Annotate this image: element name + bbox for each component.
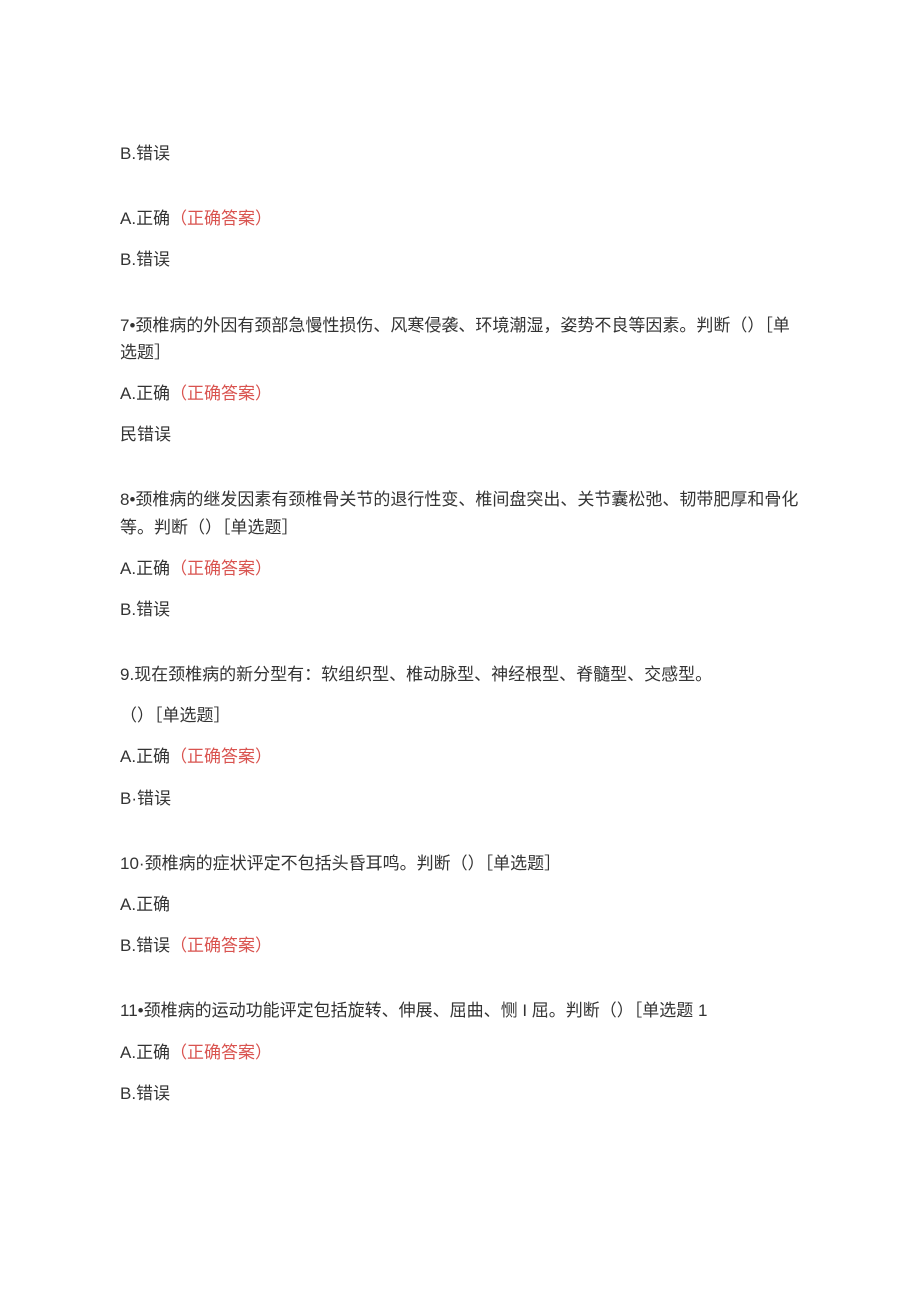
- line-text: 错误: [136, 600, 170, 619]
- line-prefix: A.: [120, 747, 136, 766]
- line-text: 错误: [136, 250, 170, 269]
- question-block: 10·颈椎病的症状评定不包括头昏耳鸣。判断（）［单选题］ A.正确 B.错误（正确答…: [120, 850, 800, 960]
- line-text: 错误: [137, 425, 171, 444]
- text-line: B.错误: [120, 1080, 800, 1107]
- line-prefix: 9.: [120, 665, 134, 684]
- line-prefix: 民: [120, 425, 137, 444]
- correct-answer-mark: （正确答案）: [170, 559, 272, 578]
- correct-answer-mark: （正确答案）: [170, 1043, 272, 1062]
- text-line: B.错误: [120, 246, 800, 273]
- correct-answer-mark: （正确答案）: [170, 936, 272, 955]
- text-line: B.错误: [120, 140, 800, 167]
- text-line: 9.现在颈椎病的新分型有：软组织型、椎动脉型、神经根型、脊髓型、交感型。: [120, 661, 800, 688]
- question-block: 9.现在颈椎病的新分型有：软组织型、椎动脉型、神经根型、脊髓型、交感型。 （）［单…: [120, 661, 800, 812]
- text-line: A.正确（正确答案）: [120, 743, 800, 770]
- text-line: 8•颈椎病的继发因素有颈椎骨关节的退行性变、椎间盘突出、关节囊松弛、韧带肥厚和骨…: [120, 486, 800, 540]
- text-line: B·错误: [120, 785, 800, 812]
- text-line: A.正确: [120, 891, 800, 918]
- line-text: 错误: [136, 1084, 170, 1103]
- line-prefix: 8•: [120, 490, 135, 509]
- line-prefix: A.: [120, 895, 136, 914]
- question-block: 7•颈椎病的外因有颈部急慢性损伤、风寒侵袭、环境潮湿，姿势不良等因素。判断（）［…: [120, 312, 800, 449]
- line-text: 颈椎病的继发因素有颈椎骨关节的退行性变、椎间盘突出、关节囊松弛、韧带肥厚和骨化等…: [120, 490, 798, 536]
- line-prefix: 11•: [120, 1001, 144, 1020]
- line-prefix: B.: [120, 936, 136, 955]
- text-line: A.正确（正确答案）: [120, 205, 800, 232]
- text-line: B.错误（正确答案）: [120, 932, 800, 959]
- line-prefix: B.: [120, 144, 136, 163]
- line-text: 颈椎病的运动功能评定包括旋转、伸展、屈曲、恻 I 屈。判断（）［单选题 1: [144, 1001, 708, 1020]
- line-text: 颈椎病的外因有颈部急慢性损伤、风寒侵袭、环境潮湿，姿势不良等因素。判断（）［单选…: [120, 316, 790, 362]
- document-body: B.错误A.正确（正确答案）B.错误7•颈椎病的外因有颈部急慢性损伤、风寒侵袭、…: [120, 140, 800, 1107]
- question-block: 11•颈椎病的运动功能评定包括旋转、伸展、屈曲、恻 I 屈。判断（）［单选题 1…: [120, 997, 800, 1107]
- line-prefix: 10·: [120, 854, 145, 873]
- question-block: 8•颈椎病的继发因素有颈椎骨关节的退行性变、椎间盘突出、关节囊松弛、韧带肥厚和骨…: [120, 486, 800, 623]
- line-prefix: A.: [120, 209, 136, 228]
- line-text: 正确: [136, 559, 170, 578]
- line-text: 错误: [137, 789, 171, 808]
- line-prefix: A.: [120, 384, 136, 403]
- correct-answer-mark: （正确答案）: [170, 747, 272, 766]
- text-line: B.错误: [120, 596, 800, 623]
- text-line: A.正确（正确答案）: [120, 380, 800, 407]
- text-line: A.正确（正确答案）: [120, 555, 800, 582]
- text-line: 7•颈椎病的外因有颈部急慢性损伤、风寒侵袭、环境潮湿，姿势不良等因素。判断（）［…: [120, 312, 800, 366]
- line-text: 正确: [136, 209, 170, 228]
- line-text: 正确: [136, 384, 170, 403]
- line-text: 正确: [136, 1043, 170, 1062]
- text-line: A.正确（正确答案）: [120, 1039, 800, 1066]
- question-block: A.正确（正确答案） B.错误: [120, 205, 800, 273]
- line-prefix: B·: [120, 789, 137, 808]
- line-text: 正确: [136, 747, 170, 766]
- line-text: 现在颈椎病的新分型有：软组织型、椎动脉型、神经根型、脊髓型、交感型。: [134, 665, 712, 684]
- line-prefix: A.: [120, 559, 136, 578]
- text-line: 10·颈椎病的症状评定不包括头昏耳鸣。判断（）［单选题］: [120, 850, 800, 877]
- line-text: 错误: [136, 144, 170, 163]
- correct-answer-mark: （正确答案）: [170, 209, 272, 228]
- question-block: B.错误: [120, 140, 800, 167]
- text-line: 11•颈椎病的运动功能评定包括旋转、伸展、屈曲、恻 I 屈。判断（）［单选题 1: [120, 997, 800, 1024]
- line-prefix: B.: [120, 600, 136, 619]
- line-text: （）［单选题］: [120, 706, 231, 725]
- line-text: 颈椎病的症状评定不包括头昏耳鸣。判断（）［单选题］: [145, 854, 562, 873]
- line-text: 正确: [136, 895, 170, 914]
- text-line: （）［单选题］: [120, 702, 800, 729]
- line-prefix: 7•: [120, 316, 135, 335]
- correct-answer-mark: （正确答案）: [170, 384, 272, 403]
- line-prefix: B.: [120, 250, 136, 269]
- text-line: 民错误: [120, 421, 800, 448]
- line-text: 错误: [136, 936, 170, 955]
- line-prefix: B.: [120, 1084, 136, 1103]
- line-prefix: A.: [120, 1043, 136, 1062]
